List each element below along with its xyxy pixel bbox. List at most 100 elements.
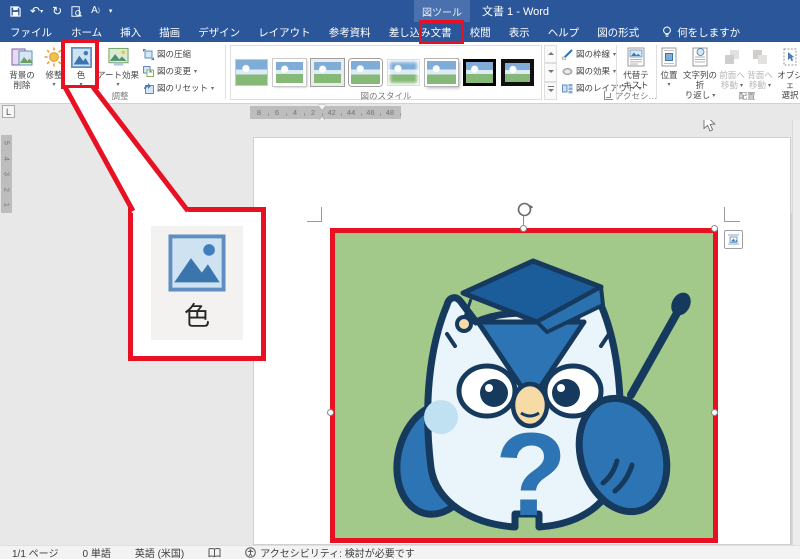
ribbon-tab[interactable]: 描画: [150, 22, 189, 42]
read-aloud-icon[interactable]: A): [91, 6, 100, 16]
vertical-ruler: 54321 1234567891011: [1, 120, 12, 545]
layout-options-icon: [727, 233, 740, 246]
ruler-number: 8: [250, 108, 268, 117]
artistic-effects-button[interactable]: アート効果 ▾: [96, 45, 140, 88]
position-button[interactable]: 位置 ▾: [657, 45, 681, 88]
ruler-number: 48: [380, 108, 399, 117]
ribbon-tab[interactable]: 参考資料: [320, 22, 380, 42]
change-picture-icon: [143, 66, 154, 77]
corrections-button[interactable]: 修整 ▾: [42, 45, 66, 88]
owl-mascot-illustration: ?: [335, 233, 713, 538]
gallery-scroll: [544, 45, 557, 100]
ribbon-tab[interactable]: レイアウト: [249, 22, 320, 42]
picture-effects-icon: [562, 66, 573, 77]
selected-picture[interactable]: ?: [330, 228, 718, 543]
picture-style-thumb[interactable]: [349, 59, 382, 86]
picture-style-thumb[interactable]: [425, 59, 458, 86]
callout-color-label: 色: [184, 296, 210, 333]
wrap-text-icon: [692, 45, 708, 69]
repeat-icon[interactable]: ↻: [52, 5, 62, 17]
group-arrange: 位置 ▾ 文字列の折 り返し▾ 前面へ 移動▾: [657, 42, 800, 103]
bring-forward-button: 前面へ 移動▾: [719, 45, 745, 91]
compress-picture-button[interactable]: 図の圧縮: [143, 48, 191, 60]
ribbon-tab[interactable]: 差し込み文書: [380, 22, 461, 42]
group-label-arrange: 配置: [687, 90, 800, 102]
page-indicator[interactable]: 1/1 ページ: [0, 545, 70, 559]
group-label-picture-styles: 図のスタイル: [286, 90, 486, 102]
picture-border-button[interactable]: 図の枠線 ▾: [562, 48, 616, 60]
accessibility-status[interactable]: アクセシビリティ: 検討が必要です: [233, 545, 426, 559]
selection-cursor-icon: [783, 45, 797, 69]
group-label-accessibility: アクセシ…: [611, 90, 661, 102]
ribbon-tab[interactable]: デザイン: [189, 22, 249, 42]
proofing-icon[interactable]: [196, 548, 233, 558]
ruler-number: 44: [341, 108, 360, 117]
resize-handle-top-right[interactable]: [711, 225, 718, 232]
quick-access-toolbar: ↶▾ ↻ A) ▾: [10, 2, 112, 20]
gallery-more-icon[interactable]: [544, 82, 557, 100]
resize-handle-top[interactable]: [520, 225, 527, 232]
undo-icon[interactable]: ↶▾: [30, 5, 43, 17]
picture-effects-button[interactable]: 図の効果 ▾: [562, 65, 616, 77]
ribbon-tab[interactable]: ファイル: [0, 22, 62, 42]
tell-me-box[interactable]: 何をしますか: [662, 25, 740, 40]
rotate-handle-icon[interactable]: [516, 201, 533, 218]
remove-background-button[interactable]: 背景の 削除: [4, 45, 40, 91]
ribbon: 背景の 削除 修整 ▾ 色 ▾ アート効果: [0, 42, 800, 104]
resize-handle-left[interactable]: [327, 409, 334, 416]
compress-picture-icon: [143, 49, 154, 60]
layout-options-button[interactable]: [724, 230, 743, 249]
picture-style-thumb[interactable]: [235, 59, 268, 86]
picture-style-thumb[interactable]: [387, 59, 420, 86]
artistic-effects-icon: [108, 45, 129, 69]
ruler-number: 46: [361, 108, 380, 117]
resize-handle-right[interactable]: [711, 409, 718, 416]
context-tab-group: 図ツール: [414, 0, 470, 22]
ribbon-tab[interactable]: 挿入: [111, 22, 150, 42]
svg-text:?: ?: [495, 409, 567, 538]
document-title: 文書 1 - Word: [482, 0, 549, 22]
picture-style-thumb[interactable]: [311, 59, 344, 86]
ruler-number: 2: [0, 184, 14, 195]
status-bar: 1/1 ページ 0 単語 英語 (米国) アクセシビリティ: 検討が必要です: [0, 545, 800, 559]
ruler-number: 3: [0, 168, 14, 179]
picture-style-thumb[interactable]: [463, 59, 496, 86]
bring-forward-icon: [723, 45, 741, 69]
text-boundary-mark-left: [307, 207, 322, 222]
picture-layout-icon: [562, 83, 573, 94]
ruler-number: 4: [0, 153, 14, 164]
ribbon-tab[interactable]: ヘルプ: [539, 22, 589, 42]
language-indicator[interactable]: 英語 (米国): [123, 545, 196, 559]
ruler-number: 6: [268, 108, 286, 117]
picture-border-icon: [562, 49, 573, 60]
picture-style-thumb[interactable]: [501, 59, 534, 86]
word-count[interactable]: 0 単語: [70, 545, 122, 559]
ribbon-tab[interactable]: ホーム: [62, 22, 111, 42]
callout-color-button: 色: [151, 226, 243, 340]
group-label-adjust: 調整: [60, 90, 180, 102]
customize-qat-icon[interactable]: ▾: [109, 8, 113, 15]
print-preview-icon[interactable]: [71, 6, 82, 17]
ribbon-tab[interactable]: 校閲: [461, 22, 500, 42]
document-canvas: 54321 1234567891011: [0, 120, 800, 545]
gallery-down-icon[interactable]: [544, 63, 557, 81]
sun-icon: [44, 45, 64, 69]
ribbon-tab[interactable]: 図の形式: [588, 22, 648, 42]
vertical-scrollbar[interactable]: [792, 120, 800, 545]
ribbon-tab[interactable]: 表示: [500, 22, 539, 42]
text-boundary-mark-right: [724, 207, 739, 222]
ruler-number: 4: [286, 108, 304, 117]
change-picture-button[interactable]: 図の変更 ▾: [143, 65, 197, 77]
word-window: ↶▾ ↻ A) ▾ 図ツール 文書 1 - Word ファイルホーム挿入描画デザ…: [0, 0, 800, 559]
tab-selector[interactable]: L: [2, 105, 15, 118]
ribbon-tab-row: ファイルホーム挿入描画デザインレイアウト参考資料差し込み文書校閲表示ヘルプ図の形…: [0, 22, 800, 42]
save-icon[interactable]: [10, 6, 21, 17]
group-picture-styles: 図の枠線 ▾ 図の効果 ▾ 図のレイアウト ▾ 図のスタイル: [226, 42, 616, 103]
picture-color-icon: [71, 45, 92, 69]
alt-text-button[interactable]: 代替テ キスト: [619, 45, 653, 91]
remove-background-icon: [11, 45, 33, 69]
group-accessibility: 代替テ キスト アクセシ…: [617, 42, 655, 103]
gallery-up-icon[interactable]: [544, 45, 557, 63]
color-button[interactable]: 色 ▾: [68, 45, 94, 88]
picture-style-thumb[interactable]: [273, 59, 306, 86]
